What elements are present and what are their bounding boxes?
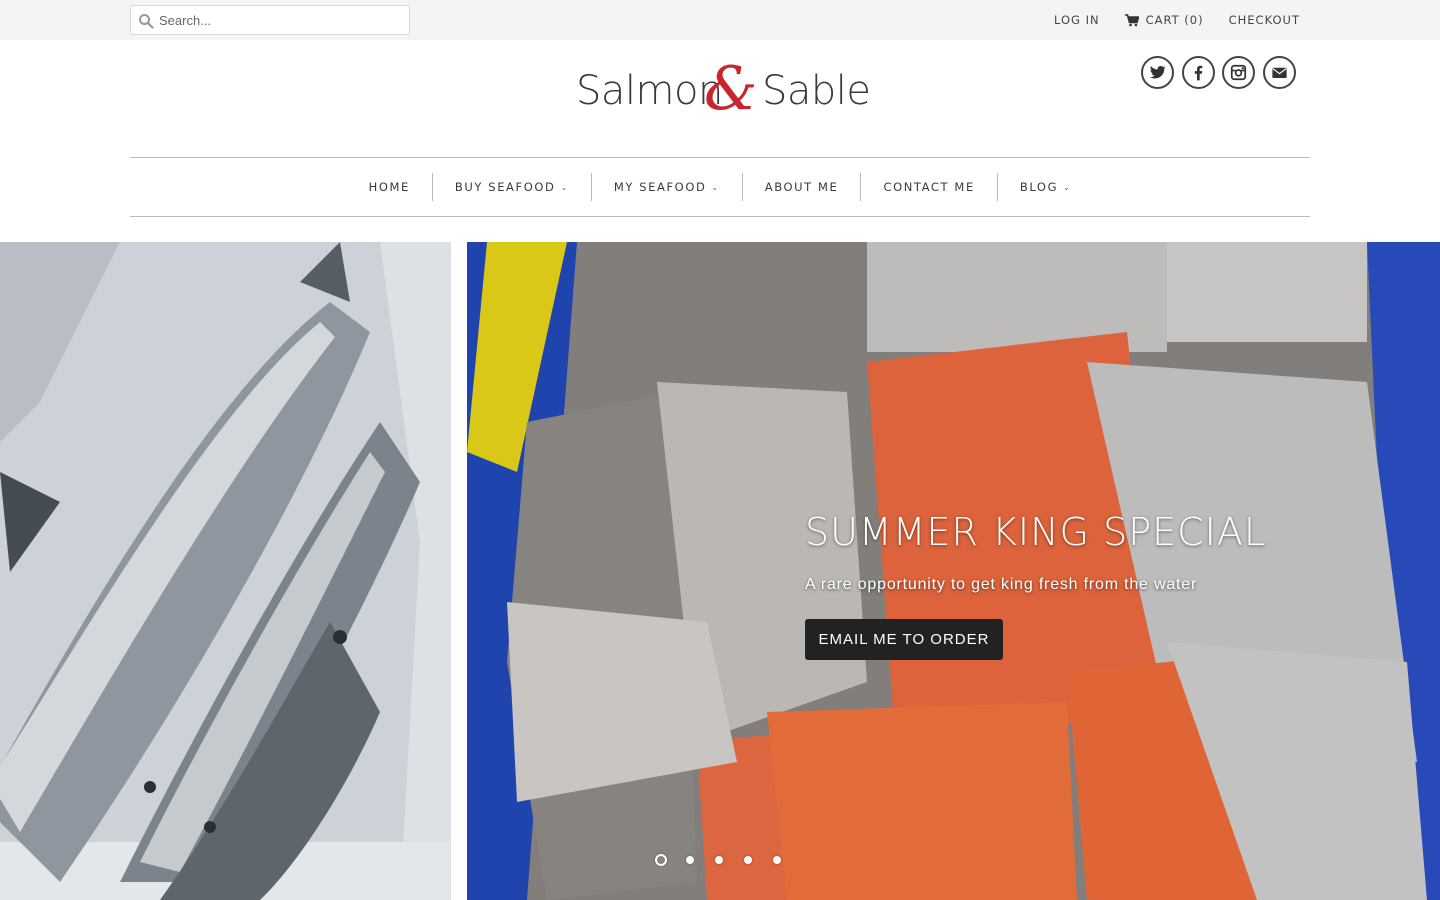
social-links	[1141, 56, 1303, 89]
cart-icon	[1124, 13, 1139, 26]
nav-contact[interactable]: CONTACT ME	[861, 173, 996, 201]
twitter-link[interactable]	[1141, 56, 1174, 89]
logo-word-salmon: Salmon	[576, 68, 723, 114]
nav-my-seafood-label: MY SEAFOOD	[613, 180, 707, 194]
nav-blog-label: BLOG	[1019, 180, 1059, 194]
account-links: LOG IN CART (0) CHECKOUT	[1054, 0, 1300, 40]
main-nav: HOME BUY SEAFOOD ⌄ MY SEAFOOD ⌄ ABOUT ME C…	[130, 157, 1310, 217]
email-icon	[1271, 67, 1287, 79]
cart-link[interactable]: CART (0)	[1124, 13, 1204, 27]
nav-my-seafood[interactable]: MY SEAFOOD ⌄	[592, 173, 742, 201]
slide-image-previous	[0, 242, 451, 900]
login-link[interactable]: LOG IN	[1054, 13, 1100, 27]
slide-title: SUMMER KING SPECIAL	[805, 510, 1267, 554]
chevron-down-icon: ⌄	[711, 182, 720, 192]
cart-label: CART (0)	[1145, 13, 1204, 27]
instagram-link[interactable]	[1222, 56, 1255, 89]
email-link[interactable]	[1262, 56, 1296, 89]
slide-subtitle: A rare opportunity to get king fresh fro…	[805, 576, 1198, 593]
nav-contact-label: CONTACT ME	[883, 180, 975, 194]
slide-caption: SUMMER KING SPECIAL A rare opportunity t…	[805, 510, 1365, 660]
checkout-link[interactable]: CHECKOUT	[1229, 13, 1300, 27]
logo-ampersand: &	[704, 54, 758, 124]
slider-dot-4[interactable]	[744, 856, 752, 864]
slider-dot-5[interactable]	[773, 856, 781, 864]
facebook-link[interactable]	[1181, 56, 1215, 89]
slider-dot-2[interactable]	[686, 856, 694, 864]
facebook-icon	[1194, 65, 1202, 81]
slider-pagination	[655, 854, 792, 866]
nav-about-label: ABOUT ME	[764, 180, 839, 194]
search-input[interactable]	[159, 10, 399, 30]
nav-buy-seafood[interactable]: BUY SEAFOOD ⌄	[433, 173, 591, 201]
slider-dot-3[interactable]	[715, 856, 723, 864]
chevron-down-icon: ⌄	[560, 182, 569, 192]
site-logo[interactable]: Salmon & Sable	[576, 54, 871, 124]
search-icon	[139, 14, 154, 29]
email-to-order-button[interactable]: EMAIL ME TO ORDER	[805, 619, 1003, 660]
chevron-down-icon: ⌄	[1063, 182, 1072, 192]
nav-home[interactable]: HOME	[347, 173, 432, 201]
whole-salmon-photo	[0, 242, 451, 900]
nav-home-label: HOME	[368, 180, 410, 194]
nav-about[interactable]: ABOUT ME	[743, 173, 861, 201]
instagram-icon	[1230, 64, 1247, 81]
nav-buy-seafood-label: BUY SEAFOOD	[454, 180, 556, 194]
logo-word-sable: Sable	[762, 68, 871, 114]
search-box[interactable]	[130, 5, 410, 35]
top-bar: LOG IN CART (0) CHECKOUT	[0, 0, 1440, 40]
nav-blog[interactable]: BLOG ⌄	[998, 173, 1094, 201]
slider-dot-1[interactable]	[655, 854, 667, 866]
twitter-icon	[1149, 65, 1166, 79]
